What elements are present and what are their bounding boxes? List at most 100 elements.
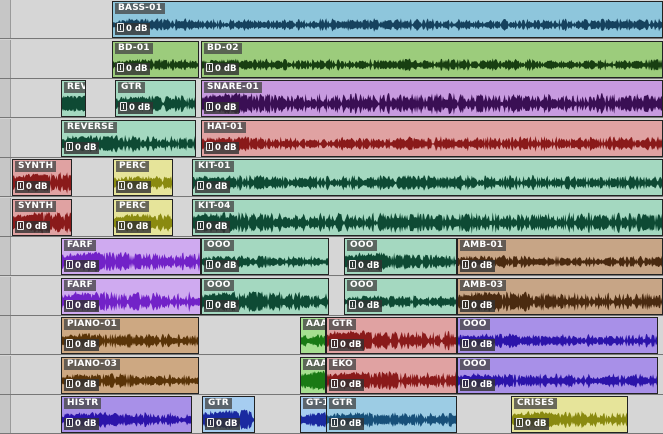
track-lane[interactable]: REV GTR 0 dB SNARE-01 0 dB (0, 79, 663, 118)
clip-gain-control[interactable]: 0 dB (514, 418, 550, 430)
audio-clip[interactable]: FARF 0 dB (61, 278, 201, 315)
audio-clip[interactable]: PERC 0 dB (113, 199, 173, 236)
track-lane[interactable]: BASS-01 0 dB (0, 0, 663, 39)
gain-fader-icon (349, 300, 356, 309)
waveform (301, 411, 326, 428)
clip-gain-control[interactable]: 0 dB (460, 260, 496, 272)
audio-clip[interactable]: SNARE-01 0 dB (201, 80, 663, 117)
clip-gain-control[interactable]: 0 dB (329, 418, 365, 430)
clip-name: OOO (204, 240, 234, 251)
audio-clip[interactable]: REV (61, 80, 86, 117)
clip-gain-control[interactable]: 0 dB (15, 181, 51, 193)
audio-clip[interactable]: GT-1 (300, 396, 327, 433)
clip-gain-control[interactable]: 0 dB (347, 300, 383, 312)
clip-gain-control[interactable]: 0 dB (329, 379, 365, 391)
audio-clip[interactable]: EKO 0 dB (326, 357, 457, 394)
audio-clip[interactable]: BD-02 0 dB (201, 41, 663, 78)
clip-name: PIANO-03 (64, 359, 121, 370)
audio-clip[interactable]: AMB-01 0 dB (457, 238, 663, 275)
clip-gain-control[interactable]: 0 dB (204, 260, 240, 272)
clip-gain-control[interactable]: 0 dB (329, 339, 365, 351)
gain-fader-icon (331, 418, 338, 427)
clip-gain-control[interactable]: 0 dB (64, 339, 100, 351)
gain-fader-icon (516, 418, 523, 427)
track-lane[interactable]: BD-01 0 dB BD-02 0 dB (0, 40, 663, 79)
track-lane[interactable]: PIANO-01 0 dB AAA GTR 0 dB OOO 0 dB (0, 316, 663, 355)
audio-clip[interactable]: OOO 0 dB (344, 238, 457, 275)
audio-clip[interactable]: KIT-01 0 dB (192, 159, 663, 196)
track-lane[interactable]: SYNTH 0 dB PERC 0 dB KIT-04 0 dB (0, 198, 663, 237)
clip-gain-control[interactable]: 0 dB (115, 63, 151, 75)
audio-clip[interactable]: AMB-03 0 dB (457, 278, 663, 315)
audio-clip[interactable]: OOO 0 dB (457, 317, 658, 354)
clip-gain-control[interactable]: 0 dB (205, 418, 241, 430)
audio-clip[interactable]: REVERSE 0 dB (61, 120, 196, 157)
clip-gain-control[interactable]: 0 dB (460, 300, 496, 312)
clip-gain-control[interactable]: 0 dB (116, 181, 152, 193)
gain-fader-icon (462, 260, 469, 269)
track-lane[interactable]: FARF 0 dB OOO 0 dB OOO 0 dB AMB-01 0 dB (0, 237, 663, 276)
audio-clip[interactable]: AAA (300, 357, 326, 394)
clip-gain-control[interactable]: 0 dB (64, 260, 100, 272)
audio-clip[interactable]: SYNTH 0 dB (12, 159, 72, 196)
clip-gain-control[interactable]: 0 dB (204, 300, 240, 312)
clip-name: AAA (303, 359, 325, 370)
clip-name: GTR (329, 398, 356, 409)
audio-clip[interactable]: FARF 0 dB (61, 238, 201, 275)
audio-clip[interactable]: BD-01 0 dB (112, 41, 199, 78)
audio-clip[interactable]: AAA (300, 317, 326, 354)
gain-fader-icon (66, 418, 73, 427)
clip-gain-control[interactable]: 0 dB (15, 221, 51, 233)
clip-gain-control[interactable]: 0 dB (64, 379, 100, 391)
track-lane[interactable]: FARF 0 dB OOO 0 dB OOO 0 dB AMB-03 0 dB (0, 277, 663, 316)
audio-clip[interactable]: OOO 0 dB (201, 278, 329, 315)
audio-clip[interactable]: BASS-01 0 dB (112, 1, 663, 38)
clip-name: AMB-01 (460, 240, 507, 251)
clip-gain-control[interactable]: 0 dB (204, 142, 240, 154)
clip-gain-control[interactable]: 0 dB (118, 102, 154, 114)
audio-clip[interactable]: GTR 0 dB (326, 317, 457, 354)
audio-clip[interactable]: PIANO-03 0 dB (61, 357, 199, 394)
audio-clip[interactable]: GTR 0 dB (115, 80, 196, 117)
clip-gain-control[interactable]: 0 dB (460, 379, 496, 391)
gain-fader-icon (118, 221, 125, 230)
clip-gain-control[interactable]: 0 dB (64, 418, 100, 430)
clip-gain-control[interactable]: 0 dB (195, 181, 231, 193)
clip-gain-value: 0 dB (215, 143, 237, 153)
audio-clip[interactable]: KIT-04 0 dB (192, 199, 663, 236)
clip-gain-control[interactable]: 0 dB (347, 260, 383, 272)
audio-clip[interactable]: OOO 0 dB (201, 238, 329, 275)
clip-gain-control[interactable]: 0 dB (204, 102, 240, 114)
track-lane[interactable]: HISTR 0 dB GTR 0 dB GT-1 GTR 0 dB CRISES 0 dB (0, 395, 663, 434)
audio-clip[interactable]: OOO 0 dB (457, 357, 658, 394)
clip-gain-control[interactable]: 0 dB (460, 339, 496, 351)
clip-gain-value: 0 dB (215, 103, 237, 113)
clip-gain-control[interactable]: 0 dB (195, 221, 231, 233)
waveform (202, 58, 662, 72)
clip-gain-control[interactable]: 0 dB (64, 300, 100, 312)
audio-clip[interactable]: OOO 0 dB (344, 278, 457, 315)
clip-gain-value: 0 dB (340, 419, 362, 429)
clip-gain-control[interactable]: 0 dB (115, 23, 151, 35)
track-lane[interactable]: REVERSE 0 dB HAT-01 0 dB (0, 119, 663, 158)
clip-gain-control[interactable]: 0 dB (64, 142, 100, 154)
gain-fader-icon (462, 339, 469, 348)
audio-clip[interactable]: PERC 0 dB (113, 159, 173, 196)
audio-clip[interactable]: PIANO-01 0 dB (61, 317, 199, 354)
audio-clip[interactable]: HISTR 0 dB (61, 396, 192, 433)
clip-name: GTR (118, 82, 145, 93)
clip-gain-control[interactable]: 0 dB (204, 63, 240, 75)
clip-name: OOO (204, 280, 234, 291)
clip-gain-control[interactable]: 0 dB (116, 221, 152, 233)
clip-gain-value: 0 dB (26, 222, 48, 232)
track-lane[interactable]: SYNTH 0 dB PERC 0 dB KIT-01 0 dB (0, 158, 663, 197)
track-lane[interactable]: PIANO-03 0 dB AAA EKO 0 dB OOO 0 dB (0, 356, 663, 395)
audio-clip[interactable]: SYNTH 0 dB (12, 199, 72, 236)
audio-clip[interactable]: HAT-01 0 dB (201, 120, 663, 157)
audio-clip[interactable]: GTR 0 dB (202, 396, 255, 433)
clip-gain-value: 0 dB (216, 419, 238, 429)
audio-clip[interactable]: GTR 0 dB (326, 396, 457, 433)
clip-gain-value: 0 dB (127, 182, 149, 192)
audio-clip[interactable]: CRISES 0 dB (511, 396, 628, 433)
clip-name: BD-02 (204, 43, 242, 54)
